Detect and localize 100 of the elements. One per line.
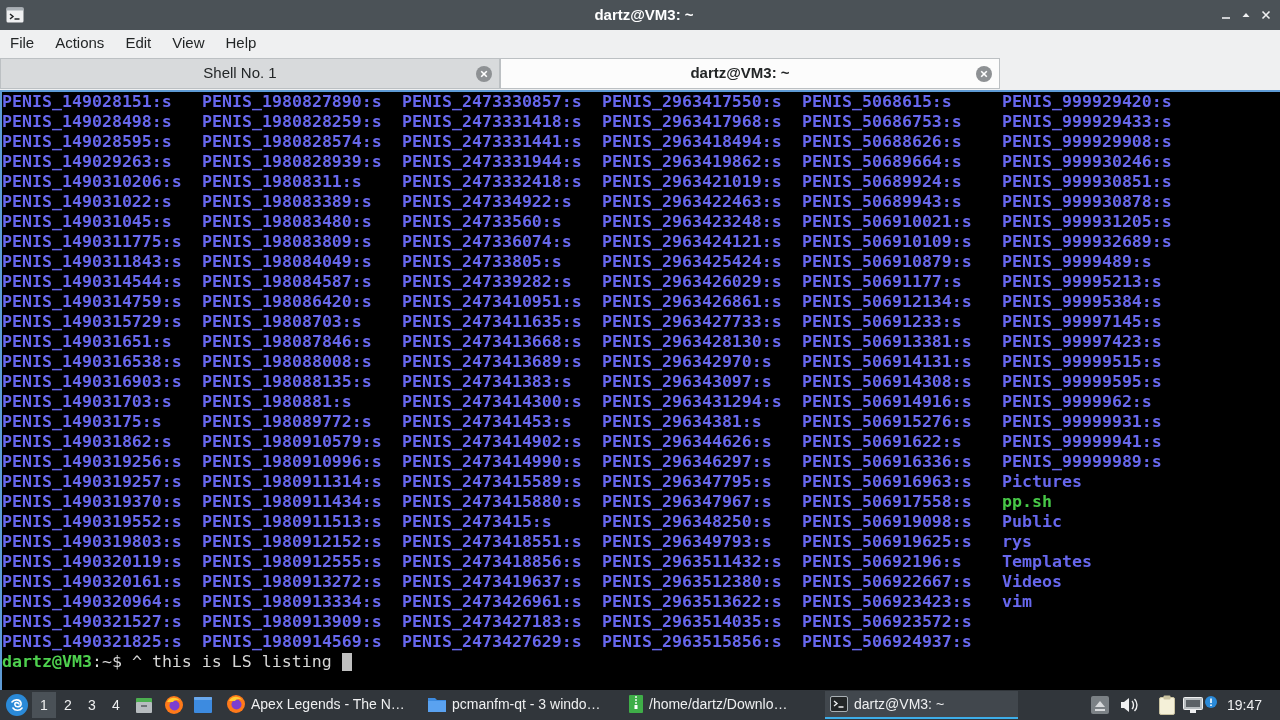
directory-name: PENIS_296349793:s: [602, 532, 772, 552]
directory-name: PENIS_149031651:s: [2, 332, 172, 352]
directory-name: PENIS_247334922:s: [402, 192, 572, 212]
directory-name: Videos: [1002, 572, 1062, 592]
directory-name: PENIS_296348250:s: [602, 512, 772, 532]
directory-name: PENIS_29634381:s: [602, 412, 762, 432]
close-tab-icon[interactable]: [476, 66, 492, 82]
directory-name: PENIS_1490319257:s: [2, 472, 182, 492]
directory-name: PENIS_2473426961:s: [402, 592, 582, 612]
directory-name: PENIS_99999989:s: [1002, 452, 1162, 472]
directory-name: PENIS_296342970:s: [602, 352, 772, 372]
terminal-icon[interactable]: [6, 7, 24, 23]
executable-name: pp.sh: [1002, 492, 1052, 512]
directory-name: PENIS_2963426861:s: [602, 292, 782, 312]
terminal-area[interactable]: [0, 90, 1280, 690]
directory-name: PENIS_506913381:s: [802, 332, 972, 352]
directory-name: PENIS_2963417968:s: [602, 112, 782, 132]
directory-name: PENIS_1490319803:s: [2, 532, 182, 552]
directory-name: PENIS_2963427733:s: [602, 312, 782, 332]
directory-name: PENIS_149031862:s: [2, 432, 172, 452]
directory-name: PENIS_247339282:s: [402, 272, 572, 292]
directory-name: PENIS_2473331441:s: [402, 132, 582, 152]
directory-name: PENIS_1490320119:s: [2, 552, 182, 572]
workspace-button[interactable]: 4: [104, 692, 128, 718]
directory-name: PENIS_149028595:s: [2, 132, 172, 152]
directory-name: PENIS_50689943:s: [802, 192, 962, 212]
directory-name: PENIS_2963417550:s: [602, 92, 782, 112]
directory-name: PENIS_5068615:s: [802, 92, 952, 112]
network-icon[interactable]: [1182, 697, 1203, 713]
menu-item[interactable]: View: [166, 32, 211, 54]
directory-name: PENIS_999929420:s: [1002, 92, 1172, 112]
directory-name: PENIS_506916336:s: [802, 452, 972, 472]
directory-name: PENIS_2963431294:s: [602, 392, 782, 412]
notification-icon[interactable]: [1204, 696, 1217, 708]
browser-icon[interactable]: [165, 696, 183, 714]
directory-name: PENIS_1980911513:s: [202, 512, 382, 532]
browser-icon: [227, 695, 245, 713]
directory-name: PENIS_2963514035:s: [602, 612, 782, 632]
directory-name: PENIS_2963425424:s: [602, 252, 782, 272]
directory-name: PENIS_2963418494:s: [602, 132, 782, 152]
workspace-button[interactable]: 1: [32, 692, 56, 718]
taskbar-task-button[interactable]: dartz@VM3: ~: [825, 691, 1018, 719]
directory-name: PENIS_2963513622:s: [602, 592, 782, 612]
eject-icon[interactable]: [1090, 696, 1109, 714]
directory-name: PENIS_50688626:s: [802, 132, 962, 152]
directory-name: PENIS_296347795:s: [602, 472, 772, 492]
menu-item[interactable]: Actions: [49, 32, 111, 54]
directory-name: PENIS_50691177:s: [802, 272, 962, 292]
tab[interactable]: dartz@VM3: ~: [500, 58, 1000, 89]
directory-name: PENIS_506910021:s: [802, 212, 972, 232]
directory-name: PENIS_50689924:s: [802, 172, 962, 192]
menu-item[interactable]: Help: [219, 32, 263, 54]
directory-name: PENIS_2963511432:s: [602, 552, 782, 572]
directory-name: PENIS_198089772:s: [202, 412, 372, 432]
directory-name: PENIS_2473413689:s: [402, 352, 582, 372]
directory-name: PENIS_1490314759:s: [2, 292, 182, 312]
directory-name: PENIS_149031022:s: [2, 192, 172, 212]
directory-name: PENIS_2473414300:s: [402, 392, 582, 412]
directory-name: PENIS_1980912555:s: [202, 552, 382, 572]
directory-name: PENIS_19808703:s: [202, 312, 362, 332]
directory-name: PENIS_1980913334:s: [202, 592, 382, 612]
directory-name: PENIS_19808311:s: [202, 172, 362, 192]
directory-name: PENIS_1980913272:s: [202, 572, 382, 592]
directory-name: PENIS_149031703:s: [2, 392, 172, 412]
taskbar-task-button[interactable]: pcmanfm-qt - 3 windo…: [423, 691, 616, 719]
close-tab-icon[interactable]: [976, 66, 992, 82]
taskbar-task-button[interactable]: /home/dartz/Downlo…: [624, 691, 817, 719]
tab[interactable]: Shell No. 1: [0, 58, 500, 89]
directory-name: PENIS_198087846:s: [202, 332, 372, 352]
workspace-button[interactable]: 3: [80, 692, 104, 718]
clipboard-icon[interactable]: [1158, 695, 1175, 715]
directory-name: PENIS_1490319256:s: [2, 452, 182, 472]
cursor-icon: [341, 653, 352, 671]
directory-name: PENIS_198083480:s: [202, 212, 372, 232]
menu-item[interactable]: Edit: [119, 32, 158, 54]
directory-name: PENIS_2473331944:s: [402, 152, 582, 172]
directory-name: PENIS_1980913909:s: [202, 612, 382, 632]
terminal-icon: [830, 696, 848, 712]
prompt-path: :~$: [91, 652, 122, 672]
directory-name: PENIS_296343097:s: [602, 372, 772, 392]
directory-name: PENIS_1490319552:s: [2, 512, 182, 532]
directory-name: PENIS_1980828574:s: [202, 132, 382, 152]
directory-name: PENIS_506912134:s: [802, 292, 972, 312]
file-drawer-icon[interactable]: [135, 696, 153, 714]
directory-name: PENIS_50691233:s: [802, 312, 962, 332]
directory-name: PENIS_999929433:s: [1002, 112, 1172, 132]
directory-name: PENIS_1490320964:s: [2, 592, 182, 612]
directory-name: PENIS_2473418856:s: [402, 552, 582, 572]
directory-name: PENIS_99997145:s: [1002, 312, 1162, 332]
command-text: ^ this is LS listing: [131, 652, 332, 672]
directory-name: PENIS_1490321527:s: [2, 612, 182, 632]
start-menu-icon[interactable]: [6, 694, 28, 716]
taskbar-task-button[interactable]: Apex Legends - The N…: [222, 691, 415, 719]
directory-name: PENIS_2963426029:s: [602, 272, 782, 292]
directory-name: PENIS_198084049:s: [202, 252, 372, 272]
directory-name: PENIS_50692196:s: [802, 552, 962, 572]
directory-name: PENIS_2473414902:s: [402, 432, 582, 452]
workspace-button[interactable]: 2: [56, 692, 80, 718]
menu-item[interactable]: File: [4, 32, 41, 54]
speaker-icon[interactable]: [1119, 697, 1138, 713]
